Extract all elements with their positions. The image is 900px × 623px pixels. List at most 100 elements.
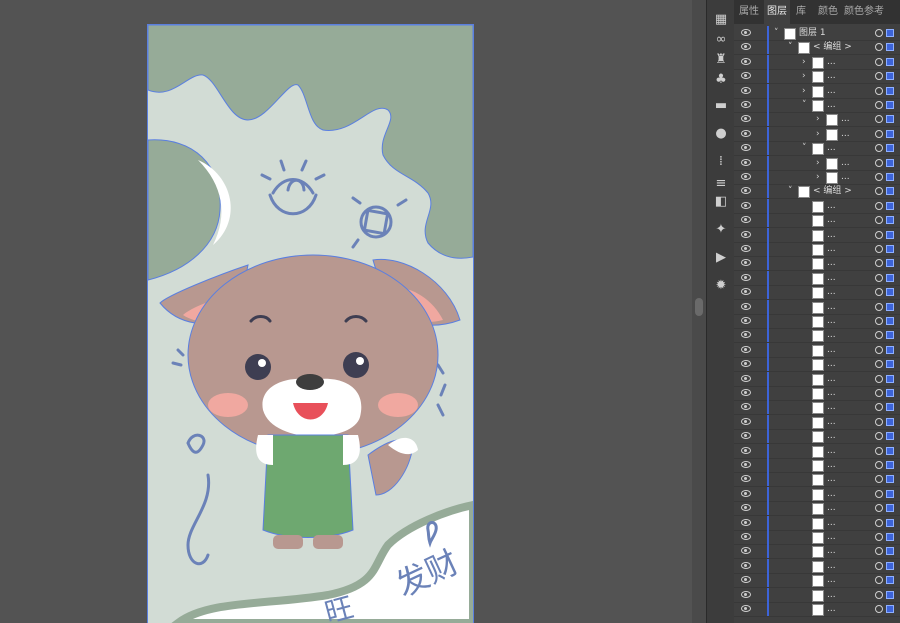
layer-row[interactable]: ... — [734, 314, 900, 329]
layer-row[interactable]: ... — [734, 242, 900, 257]
target-circle-icon[interactable] — [875, 259, 883, 268]
visibility-eye-icon[interactable] — [741, 216, 751, 224]
selection-square-icon[interactable] — [886, 158, 894, 167]
layer-row[interactable]: ... — [734, 501, 900, 517]
selection-square-icon[interactable] — [886, 201, 894, 210]
target-circle-icon[interactable] — [875, 547, 883, 556]
visibility-eye-icon[interactable] — [741, 446, 751, 454]
selection-square-icon[interactable] — [886, 446, 894, 455]
layer-row[interactable]: ˅... — [734, 98, 900, 113]
selection-square-icon[interactable] — [886, 403, 894, 412]
align-icon[interactable]: ≡ — [713, 176, 729, 192]
selection-square-icon[interactable] — [886, 360, 894, 369]
layer-row[interactable]: ... — [734, 530, 900, 545]
target-circle-icon[interactable] — [875, 331, 883, 340]
visibility-eye-icon[interactable] — [741, 288, 751, 296]
visibility-eye-icon[interactable] — [741, 360, 751, 368]
target-circle-icon[interactable] — [875, 417, 883, 426]
visibility-eye-icon[interactable] — [741, 201, 751, 209]
selection-square-icon[interactable] — [886, 245, 894, 253]
layer-row[interactable]: ˅ 图层 1 — [734, 26, 900, 41]
layer-row[interactable]: ... — [734, 285, 900, 301]
visibility-eye-icon[interactable] — [741, 533, 751, 540]
layer-row[interactable]: ›... — [734, 170, 900, 185]
target-circle-icon[interactable] — [875, 288, 883, 297]
visibility-eye-icon[interactable] — [741, 317, 751, 324]
expand-chevron-icon[interactable]: › — [802, 55, 806, 69]
layer-row[interactable]: ... — [734, 342, 900, 358]
target-circle-icon[interactable] — [875, 245, 883, 253]
gradient-icon[interactable]: ▬ — [713, 98, 729, 114]
visibility-eye-icon[interactable] — [741, 590, 751, 598]
visibility-eye-icon[interactable] — [741, 605, 751, 612]
layer-row[interactable]: ... — [734, 299, 900, 315]
target-circle-icon[interactable] — [875, 29, 883, 37]
layer-list[interactable]: ˅ 图层 1 ˅ < 编组 > ›... ›... ›... ˅... ›... ›... ˅...… — [734, 26, 900, 623]
visibility-eye-icon[interactable] — [741, 504, 751, 512]
visibility-eye-icon[interactable] — [741, 432, 751, 440]
selection-square-icon[interactable] — [886, 273, 894, 282]
layer-row[interactable]: ˅ < 编组 > — [734, 40, 900, 56]
layer-row[interactable]: ... — [734, 429, 900, 445]
target-circle-icon[interactable] — [875, 446, 883, 455]
grid-icon[interactable]: ⁞ — [713, 154, 729, 170]
selection-square-icon[interactable] — [886, 86, 894, 95]
expand-chevron-icon[interactable]: ˅ — [802, 98, 807, 112]
selection-square-icon[interactable] — [886, 101, 894, 109]
layer-row[interactable]: ... — [734, 472, 900, 488]
target-circle-icon[interactable] — [875, 533, 883, 541]
layer-row[interactable]: ... — [734, 256, 900, 272]
target-circle-icon[interactable] — [875, 187, 883, 196]
target-circle-icon[interactable] — [875, 173, 883, 181]
selection-square-icon[interactable] — [886, 605, 894, 613]
layer-row[interactable]: ›... — [734, 112, 900, 128]
visibility-eye-icon[interactable] — [741, 187, 751, 195]
visibility-eye-icon[interactable] — [741, 57, 751, 65]
layer-row[interactable]: ... — [734, 270, 900, 286]
scroll-thumb[interactable] — [695, 298, 703, 316]
artboards-icon[interactable]: ▦ — [713, 12, 729, 28]
expand-chevron-icon[interactable]: ˅ — [802, 141, 807, 155]
sun-icon[interactable]: ✹ — [713, 278, 729, 294]
visibility-eye-icon[interactable] — [741, 403, 751, 411]
selection-square-icon[interactable] — [886, 29, 894, 37]
target-circle-icon[interactable] — [875, 101, 883, 109]
visibility-eye-icon[interactable] — [741, 302, 751, 310]
target-circle-icon[interactable] — [875, 590, 883, 599]
expand-chevron-icon[interactable]: › — [816, 170, 820, 184]
selection-square-icon[interactable] — [886, 547, 894, 556]
selection-square-icon[interactable] — [886, 374, 894, 383]
layer-row[interactable]: ... — [734, 357, 900, 373]
selection-square-icon[interactable] — [886, 317, 894, 325]
brush-icon[interactable]: ♜ — [713, 52, 729, 68]
layer-row[interactable]: ... — [734, 400, 900, 416]
selection-square-icon[interactable] — [886, 115, 894, 124]
target-circle-icon[interactable] — [875, 72, 883, 81]
layer-row[interactable]: ... — [734, 458, 900, 473]
selection-square-icon[interactable] — [886, 518, 894, 527]
selection-square-icon[interactable] — [886, 561, 894, 570]
selection-square-icon[interactable] — [886, 129, 894, 138]
layer-row[interactable]: ... — [734, 602, 900, 617]
layer-row[interactable]: ... — [734, 515, 900, 531]
visibility-eye-icon[interactable] — [741, 158, 751, 166]
target-circle-icon[interactable] — [875, 201, 883, 210]
target-circle-icon[interactable] — [875, 115, 883, 124]
selection-square-icon[interactable] — [886, 187, 894, 196]
layer-row[interactable]: ... — [734, 587, 900, 603]
target-circle-icon[interactable] — [875, 360, 883, 369]
selection-square-icon[interactable] — [886, 331, 894, 340]
target-circle-icon[interactable] — [875, 518, 883, 527]
visibility-eye-icon[interactable] — [741, 389, 751, 396]
target-circle-icon[interactable] — [875, 504, 883, 513]
selection-square-icon[interactable] — [886, 57, 894, 66]
layer-row[interactable]: ... — [734, 573, 900, 589]
expand-chevron-icon[interactable]: ˅ — [774, 26, 779, 40]
visibility-eye-icon[interactable] — [741, 230, 751, 238]
visibility-eye-icon[interactable] — [741, 461, 751, 468]
visibility-eye-icon[interactable] — [741, 273, 751, 281]
target-circle-icon[interactable] — [875, 475, 883, 484]
target-circle-icon[interactable] — [875, 273, 883, 282]
layer-row[interactable]: ... — [734, 486, 900, 502]
visibility-eye-icon[interactable] — [741, 331, 751, 339]
